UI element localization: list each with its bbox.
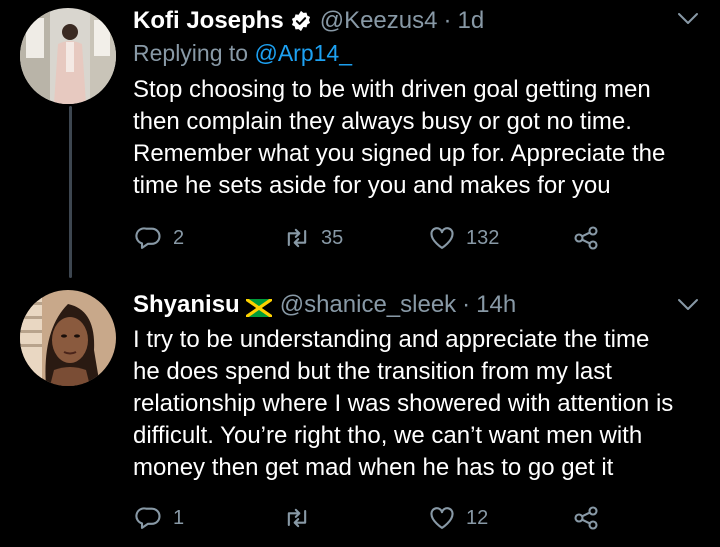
reply-icon (135, 507, 161, 529)
avatar-kofi[interactable] (20, 8, 116, 104)
share-button[interactable] (572, 224, 600, 252)
author-handle[interactable]: @Keezus4 (320, 7, 438, 35)
like-count: 12 (466, 506, 489, 529)
reply-button[interactable]: 1 (135, 504, 184, 532)
replying-prefix: Replying to (133, 40, 255, 66)
tweet-header: Shyanisu @shanice_sleek · 14h (133, 288, 700, 322)
share-button[interactable] (572, 504, 600, 532)
reply-button[interactable]: 2 (135, 224, 184, 252)
verified-badge-icon (290, 10, 312, 32)
tweet-shyanisu[interactable]: Shyanisu @shanice_sleek · 14h I try to b… (0, 282, 720, 547)
share-icon (574, 226, 598, 250)
share-icon (574, 506, 598, 530)
like-button[interactable]: 132 (428, 224, 499, 252)
author-name[interactable]: Kofi Josephs (133, 7, 284, 35)
jamaica-flag-icon (244, 296, 273, 319)
replying-to-link[interactable]: @Arp14_ (254, 40, 352, 66)
retweet-button[interactable] (283, 504, 321, 532)
like-icon (430, 227, 454, 249)
reply-count: 1 (173, 506, 185, 529)
retweet-icon (287, 228, 307, 248)
tweet-text: I try to be understanding and appreciate… (133, 326, 674, 481)
tweet-time[interactable]: 1d (457, 7, 484, 35)
retweet-button[interactable]: 35 (283, 224, 343, 252)
tweet-header: Kofi Josephs @Keezus4 · 1d (133, 4, 700, 38)
reply-icon (135, 227, 161, 249)
caret-down-icon[interactable] (676, 296, 700, 314)
separator-dot: · (462, 291, 471, 318)
like-count: 132 (466, 226, 500, 249)
retweet-count: 35 (321, 226, 344, 249)
separator-dot: · (443, 7, 452, 34)
author-name[interactable]: Shyanisu (133, 291, 240, 319)
tweet-time[interactable]: 14h (476, 291, 516, 319)
replying-to: Replying to @Arp14_ (133, 38, 700, 72)
caret-down-icon[interactable] (676, 10, 700, 28)
avatar-shyanisu[interactable] (20, 290, 116, 386)
like-button[interactable]: 12 (428, 504, 488, 532)
reply-count: 2 (173, 226, 185, 249)
like-icon (430, 507, 454, 529)
tweet-text: Stop choosing to be with driven goal get… (133, 76, 666, 199)
author-handle[interactable]: @shanice_sleek (280, 291, 456, 319)
tweet-kofi[interactable]: Kofi Josephs @Keezus4 · 1d Replying to @… (0, 0, 720, 282)
retweet-icon (287, 508, 307, 528)
